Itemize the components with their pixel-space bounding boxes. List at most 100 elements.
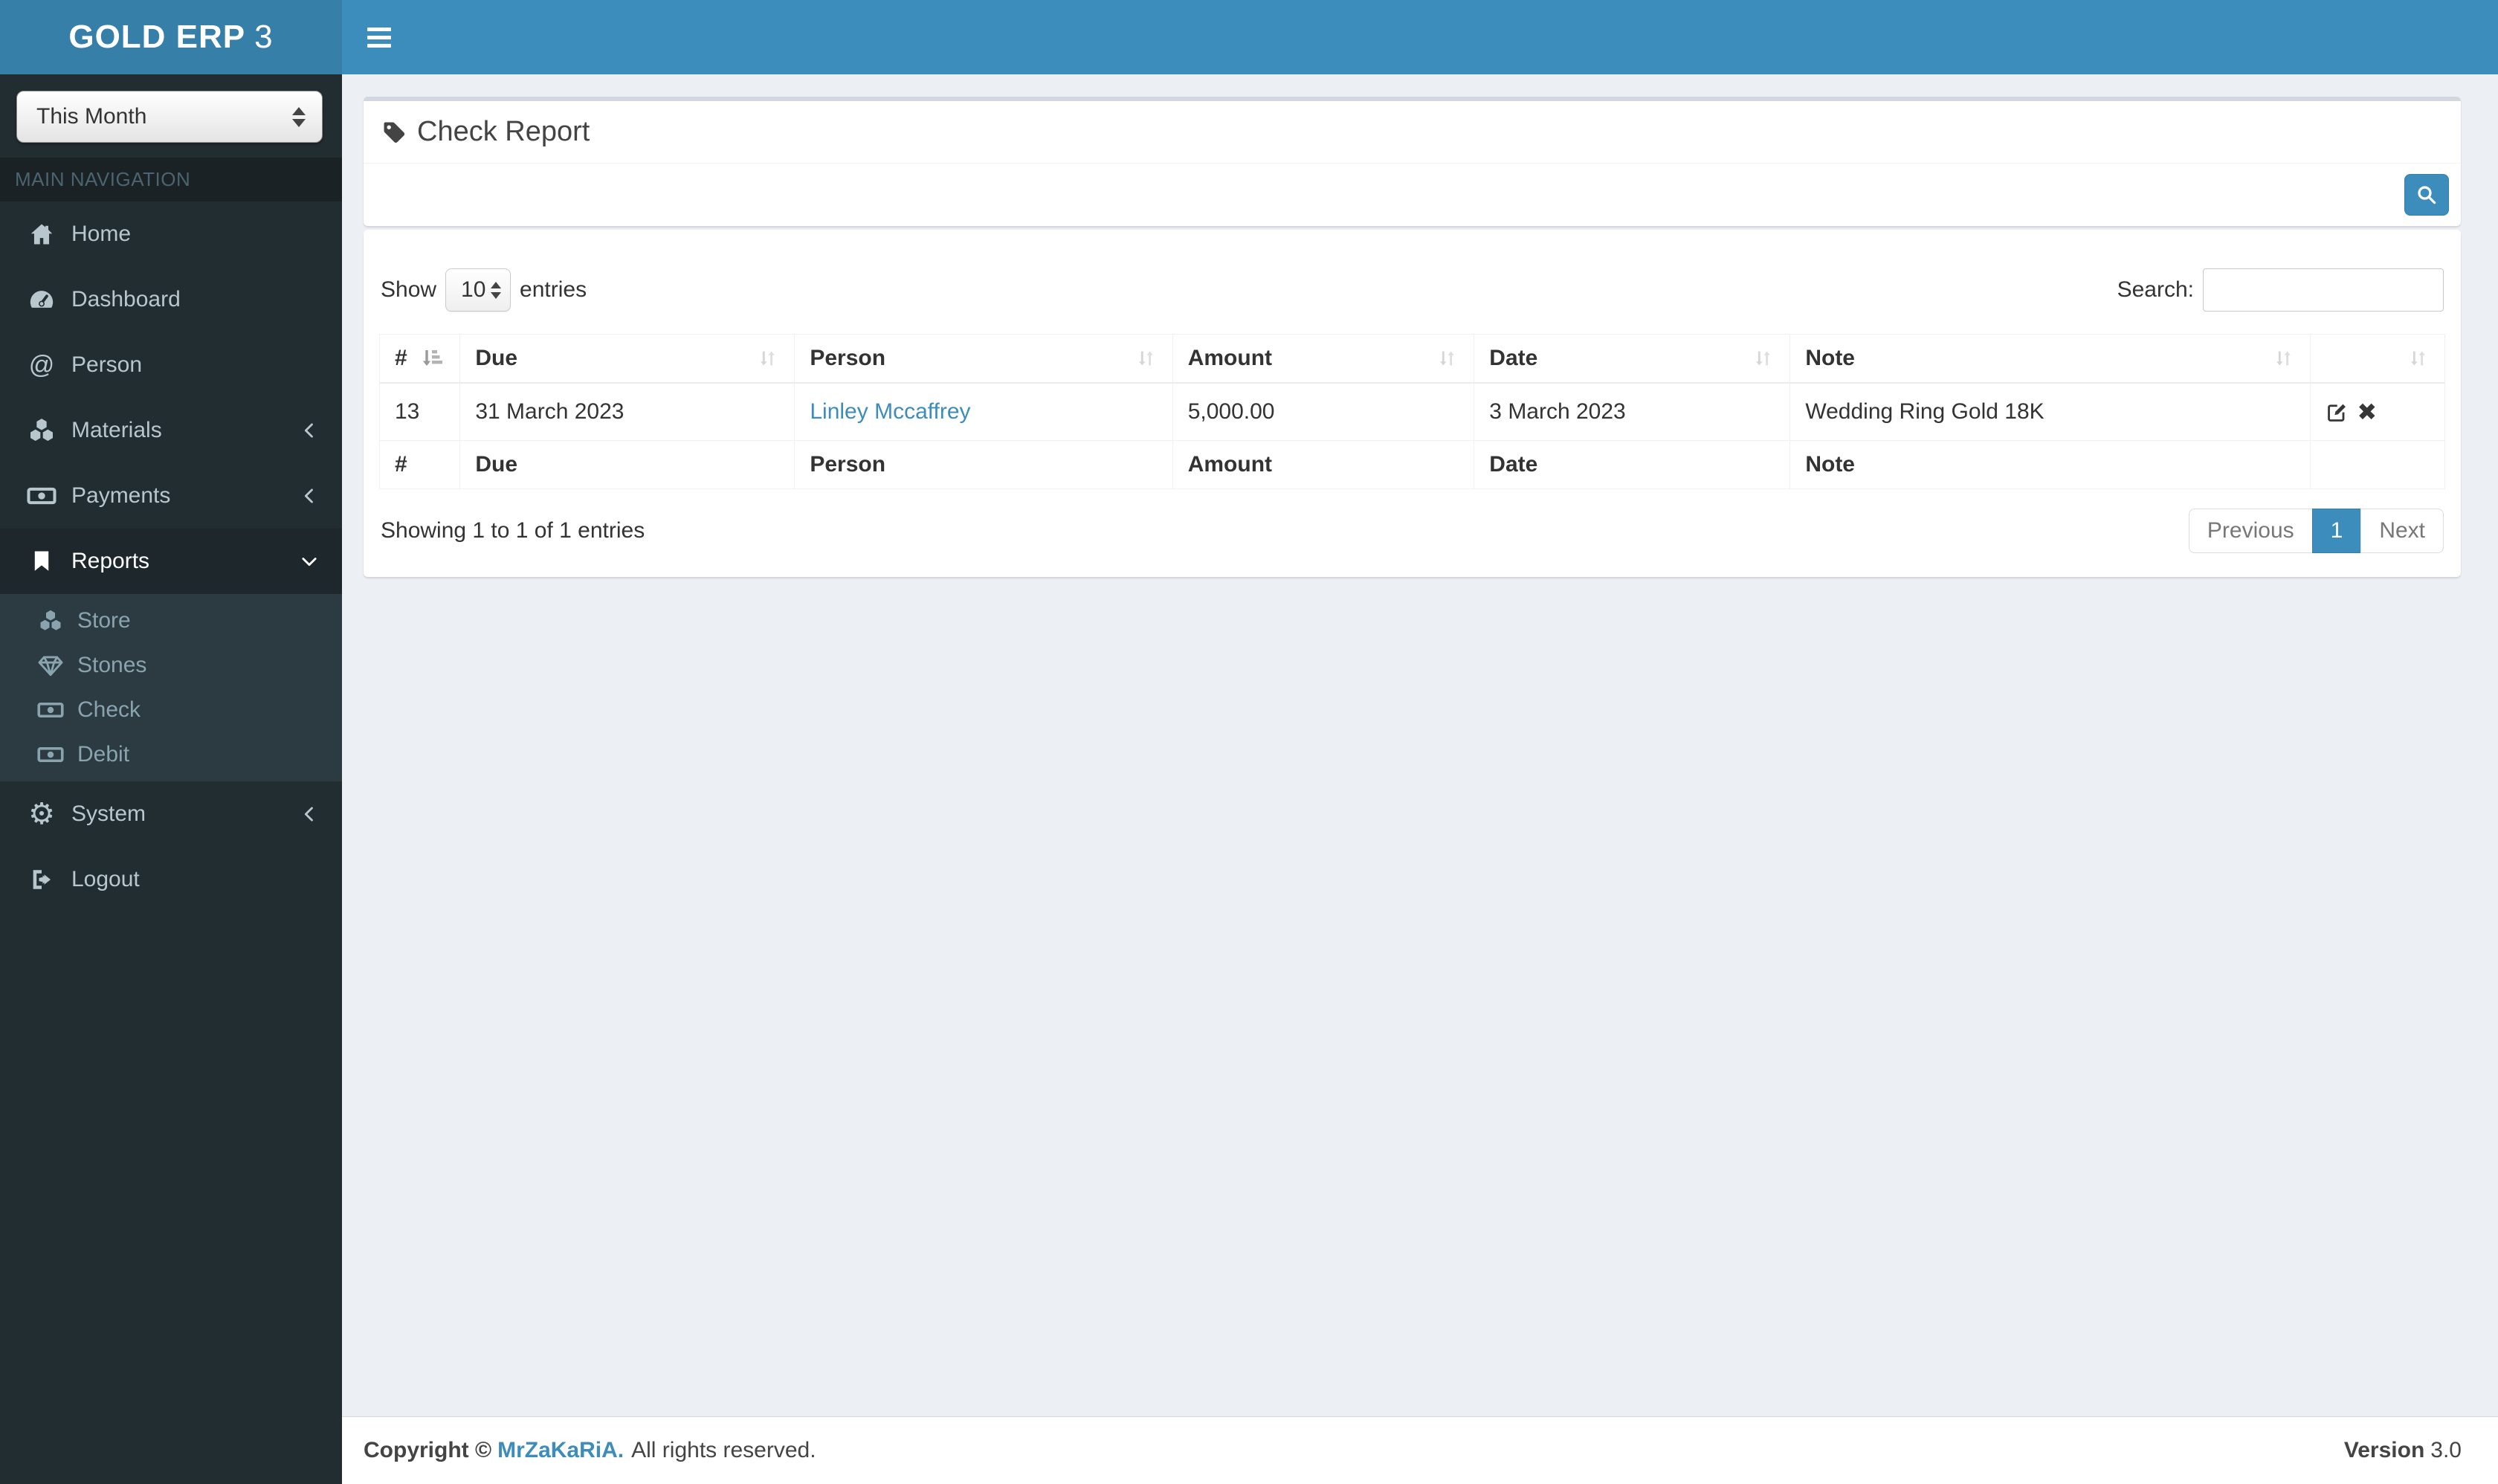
sort-both-icon [1134, 346, 1158, 371]
footer-column-person: Person [794, 440, 1173, 489]
search-label: Search: [2117, 277, 2194, 302]
page-title: Check Report [417, 116, 590, 147]
sidebar-item-person[interactable]: @ Person [0, 332, 342, 398]
datatable-box: Show 10 entries Search: # Due Person Amo… [364, 230, 2461, 577]
sidebar-item-debit[interactable]: Debit [0, 732, 342, 777]
footer-column-id: # [378, 440, 461, 489]
sidebar-item-label: Payments [71, 483, 171, 508]
sidebar-item-stones[interactable]: Stones [0, 643, 342, 688]
datatable-footer: Showing 1 to 1 of 1 entries Previous 1 N… [379, 509, 2445, 553]
cell-date: 3 March 2023 [1474, 382, 1791, 441]
report-toolbar [364, 164, 2461, 226]
column-header-due[interactable]: Due [459, 334, 795, 384]
sidebar-item-payments[interactable]: Payments [0, 463, 342, 529]
column-header-amount[interactable]: Amount [1172, 334, 1475, 384]
sidebar-item-label: System [71, 801, 146, 826]
next-page-button[interactable]: Next [2360, 509, 2444, 553]
pagination: Previous 1 Next [2188, 509, 2444, 553]
table-footer-row: # Due Person Amount Date Note [378, 440, 2445, 489]
home-icon [24, 221, 59, 248]
column-header-note[interactable]: Note [1789, 334, 2311, 384]
brand-logo[interactable]: GOLD ERP 3 [0, 0, 342, 74]
page-length-control: Show 10 entries [381, 268, 587, 312]
page-header: Check Report [364, 101, 2461, 164]
column-label: Person [810, 346, 886, 370]
cell-note: Wedding Ring Gold 18K [1789, 382, 2311, 441]
content-area: Check Report Show 10 entries Search: # D… [342, 74, 2498, 1416]
top-navbar: GOLD ERP 3 [0, 0, 2498, 74]
chevron-left-icon [299, 804, 320, 825]
page-size-value: 10 [461, 277, 486, 302]
sidebar-item-logout[interactable]: Logout [0, 847, 342, 912]
navbar-body [342, 0, 2498, 74]
sidebar-item-label: Debit [77, 742, 130, 767]
period-select-value: This Month [36, 104, 147, 129]
cubes-icon [34, 607, 67, 634]
sidebar-item-dashboard[interactable]: Dashboard [0, 267, 342, 332]
sort-both-icon [755, 346, 779, 371]
select-arrows-icon [491, 281, 502, 299]
sidebar-item-label: Home [71, 222, 132, 246]
sidebar-item-materials[interactable]: Materials [0, 398, 342, 463]
column-header-person[interactable]: Person [794, 334, 1173, 384]
sidebar-item-label: Stones [77, 653, 147, 677]
brand-bold: GOLD ERP [68, 19, 246, 55]
table-header-row: # Due Person Amount Date Note [378, 334, 2445, 384]
sidebar-item-label: Materials [71, 418, 162, 442]
sidebar-item-home[interactable]: Home [0, 201, 342, 267]
tag-icon [381, 120, 407, 145]
page-header-box: Check Report [364, 97, 2461, 226]
chevron-down-icon [299, 551, 320, 572]
cell-person: Linley Mccaffrey [794, 382, 1173, 441]
table-row: 13 31 March 2023 Linley Mccaffrey 5,000.… [378, 382, 2445, 441]
entries-label: entries [520, 277, 587, 302]
at-icon: @ [28, 350, 55, 379]
sidebar-item-check[interactable]: Check [0, 688, 342, 732]
datatable-controls: Show 10 entries Search: [379, 268, 2445, 312]
cell-actions: ✖ [2310, 382, 2445, 441]
sign-out-icon [24, 867, 59, 892]
money-icon [34, 697, 67, 723]
page-number-button[interactable]: 1 [2311, 509, 2362, 553]
person-link[interactable]: Linley Mccaffrey [810, 399, 970, 424]
sidebar-item-reports[interactable]: Reports [0, 529, 342, 594]
show-label: Show [381, 277, 437, 302]
version: Version 3.0 [2344, 1438, 2462, 1463]
sort-both-icon [1435, 346, 1459, 371]
table-search-control: Search: [2117, 268, 2444, 312]
edit-icon[interactable] [2326, 400, 2349, 424]
page-size-select[interactable]: 10 [445, 268, 511, 312]
chevron-left-icon [299, 485, 320, 506]
report-search-button[interactable] [2404, 174, 2449, 216]
table-search-input[interactable] [2203, 268, 2444, 312]
money-icon [24, 481, 59, 511]
sidebar-item-label: Logout [71, 867, 140, 891]
column-label: Due [475, 346, 518, 370]
column-header-date[interactable]: Date [1474, 334, 1791, 384]
hamburger-menu-icon[interactable] [342, 10, 416, 65]
rights-text: All rights reserved. [631, 1438, 816, 1462]
dashboard-icon [24, 285, 59, 314]
select-arrows-icon [292, 106, 306, 127]
sort-both-icon [2406, 346, 2430, 371]
sidebar-item-system[interactable]: ⚙ System [0, 781, 342, 847]
gear-icon: ⚙ [28, 798, 55, 830]
version-label: Version [2343, 1438, 2425, 1462]
column-header-actions[interactable] [2310, 334, 2445, 384]
brand-light: 3 [254, 19, 274, 55]
previous-page-button[interactable]: Previous [2188, 509, 2313, 553]
sort-both-icon [2271, 346, 2295, 371]
sidebar-item-label: Store [77, 608, 131, 633]
author-link[interactable]: MrZaKaRiA. [497, 1438, 624, 1462]
sidebar-menu: Home Dashboard @ Person Materials Paymen… [0, 201, 342, 912]
column-label: Amount [1187, 346, 1273, 370]
version-value: 3.0 [2430, 1438, 2462, 1462]
footer-column-note: Note [1789, 440, 2311, 489]
sidebar-item-store[interactable]: Store [0, 599, 342, 643]
sort-both-icon [1751, 346, 1775, 371]
delete-icon[interactable]: ✖ [2357, 398, 2377, 426]
period-select[interactable]: This Month [16, 91, 323, 143]
column-header-id[interactable]: # [378, 334, 461, 384]
check-report-table: # Due Person Amount Date Note 13 31 Marc… [378, 334, 2445, 489]
sidebar-item-label: Dashboard [71, 287, 181, 312]
